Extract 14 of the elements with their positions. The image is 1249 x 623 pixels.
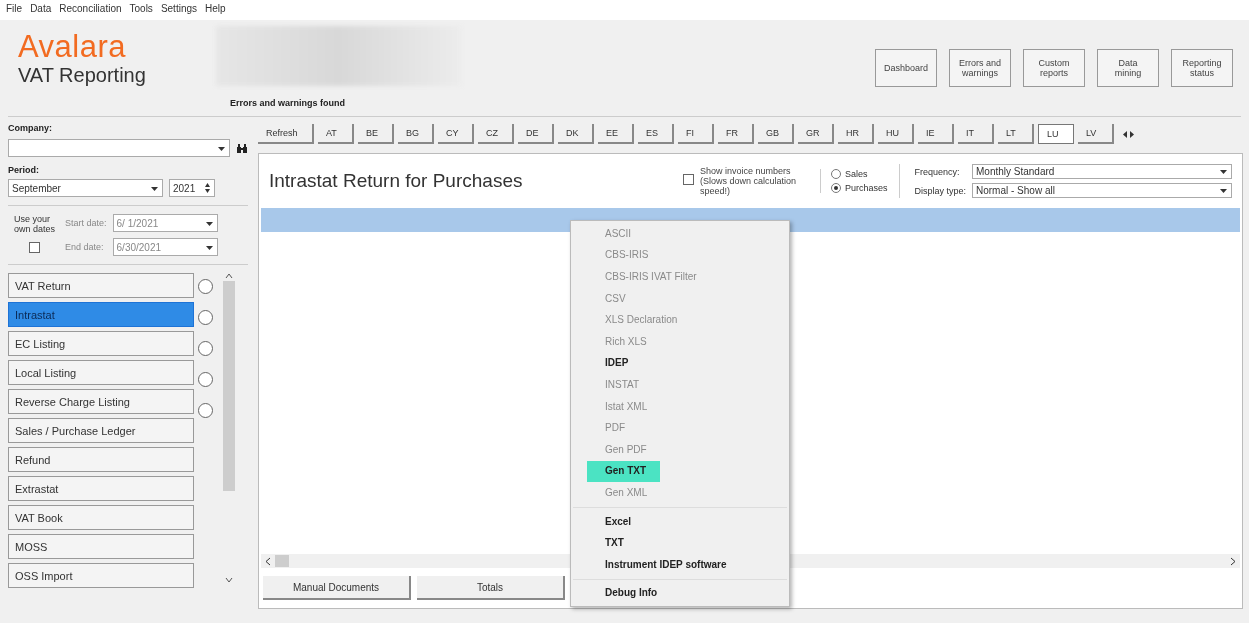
start-date-label: Start date: bbox=[65, 218, 107, 228]
frequency-label: Frequency: bbox=[914, 166, 961, 177]
radio-label: Sales bbox=[844, 169, 868, 179]
product-name: VAT Reporting bbox=[18, 64, 147, 87]
logo: Avalara bbox=[18, 30, 128, 64]
company-label: Company: bbox=[8, 123, 52, 133]
radio-label: Purchases bbox=[844, 183, 888, 193]
own-dates-label: Use your own dates bbox=[14, 214, 56, 234]
display-type-label: Display type: bbox=[914, 185, 966, 196]
checkbox-label: Show invoice numbers (Slows down calculation speed!) bbox=[699, 166, 797, 196]
panel-title: Intrastat Return for Purchases bbox=[269, 170, 523, 192]
status-message: Errors and warnings found bbox=[230, 98, 345, 108]
period-label: Period: bbox=[8, 165, 39, 175]
end-date-label: End date: bbox=[65, 242, 105, 252]
